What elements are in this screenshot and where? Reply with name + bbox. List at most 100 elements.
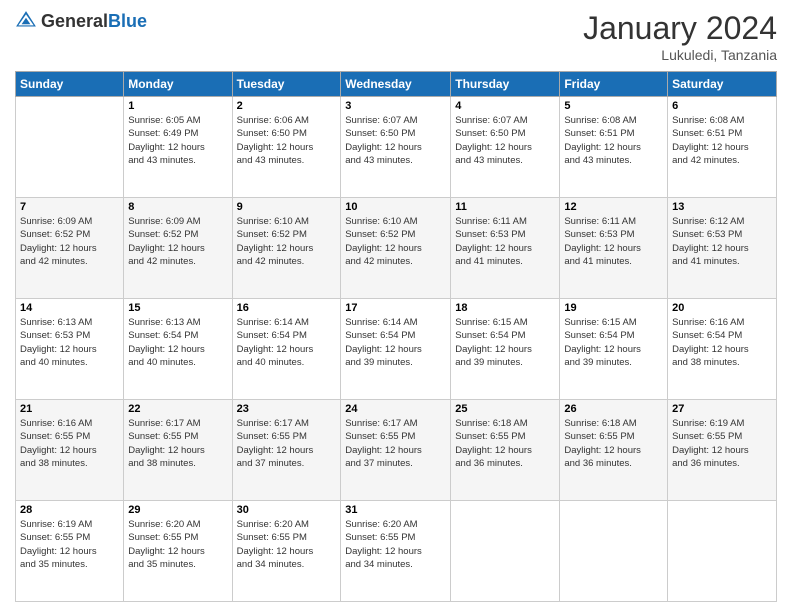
logo: General Blue [15,10,147,32]
day-info: Sunrise: 6:09 AMSunset: 6:52 PMDaylight:… [128,215,227,268]
day-number: 11 [455,201,555,213]
day-cell: 6 Sunrise: 6:08 AMSunset: 6:51 PMDaylight… [668,97,777,198]
day-cell: 17 Sunrise: 6:14 AMSunset: 6:54 PMDayligh… [341,299,451,400]
day-cell [451,501,560,602]
day-number: 14 [20,302,119,314]
day-info: Sunrise: 6:17 AMSunset: 6:55 PMDaylight:… [345,417,446,470]
day-info: Sunrise: 6:19 AMSunset: 6:55 PMDaylight:… [20,518,119,571]
day-number: 9 [237,201,337,213]
week-row-2: 7 Sunrise: 6:09 AMSunset: 6:52 PMDaylight… [16,198,777,299]
day-info: Sunrise: 6:08 AMSunset: 6:51 PMDaylight:… [672,114,772,167]
header-cell-thursday: Thursday [451,72,560,97]
day-info: Sunrise: 6:11 AMSunset: 6:53 PMDaylight:… [455,215,555,268]
day-cell: 29 Sunrise: 6:20 AMSunset: 6:55 PMDayligh… [124,501,232,602]
day-cell: 28 Sunrise: 6:19 AMSunset: 6:55 PMDayligh… [16,501,124,602]
logo-text: General Blue [41,12,147,30]
day-number: 30 [237,504,337,516]
day-info: Sunrise: 6:18 AMSunset: 6:55 PMDaylight:… [455,417,555,470]
day-cell [668,501,777,602]
day-cell: 7 Sunrise: 6:09 AMSunset: 6:52 PMDaylight… [16,198,124,299]
day-info: Sunrise: 6:20 AMSunset: 6:55 PMDaylight:… [345,518,446,571]
day-number: 28 [20,504,119,516]
month-title: January 2024 [583,10,777,47]
day-cell: 4Sunrise: 6:07 AMSunset: 6:50 PMDaylight… [451,97,560,198]
day-info: Sunrise: 6:06 AMSunset: 6:50 PMDaylight:… [237,114,337,167]
day-cell: 25 Sunrise: 6:18 AMSunset: 6:55 PMDayligh… [451,400,560,501]
header-cell-tuesday: Tuesday [232,72,341,97]
day-cell: 3Sunrise: 6:07 AMSunset: 6:50 PMDaylight… [341,97,451,198]
calendar-table: SundayMondayTuesdayWednesdayThursdayFrid… [15,71,777,602]
day-number: 17 [345,302,446,314]
day-number: 29 [128,504,227,516]
day-info: Sunrise: 6:07 AMSunset: 6:50 PMDaylight:… [455,114,555,167]
logo-blue: Blue [108,12,147,30]
day-number: 6 [672,100,772,112]
header-cell-saturday: Saturday [668,72,777,97]
day-number: 8 [128,201,227,213]
day-number: 2 [237,100,337,112]
day-number: 3 [345,100,446,112]
day-cell [560,501,668,602]
header-cell-sunday: Sunday [16,72,124,97]
title-area: January 2024 Lukuledi, Tanzania [583,10,777,63]
day-info: Sunrise: 6:16 AMSunset: 6:55 PMDaylight:… [20,417,119,470]
day-cell: 30 Sunrise: 6:20 AMSunset: 6:55 PMDayligh… [232,501,341,602]
week-row-5: 28 Sunrise: 6:19 AMSunset: 6:55 PMDayligh… [16,501,777,602]
day-info: Sunrise: 6:16 AMSunset: 6:54 PMDaylight:… [672,316,772,369]
day-info: Sunrise: 6:13 AMSunset: 6:54 PMDaylight:… [128,316,227,369]
day-number: 21 [20,403,119,415]
day-number: 25 [455,403,555,415]
header: General Blue January 2024 Lukuledi, Tanz… [15,10,777,63]
day-cell: 19Sunrise: 6:15 AMSunset: 6:54 PMDayligh… [560,299,668,400]
header-cell-monday: Monday [124,72,232,97]
header-cell-friday: Friday [560,72,668,97]
day-cell: 13 Sunrise: 6:12 AMSunset: 6:53 PMDayligh… [668,198,777,299]
day-cell: 23Sunrise: 6:17 AMSunset: 6:55 PMDayligh… [232,400,341,501]
day-number: 5 [564,100,663,112]
day-number: 31 [345,504,446,516]
day-info: Sunrise: 6:10 AMSunset: 6:52 PMDaylight:… [237,215,337,268]
day-number: 16 [237,302,337,314]
day-cell: 14 Sunrise: 6:13 AMSunset: 6:53 PMDayligh… [16,299,124,400]
day-info: Sunrise: 6:19 AMSunset: 6:55 PMDaylight:… [672,417,772,470]
day-info: Sunrise: 6:14 AMSunset: 6:54 PMDaylight:… [345,316,446,369]
day-info: Sunrise: 6:20 AMSunset: 6:55 PMDaylight:… [237,518,337,571]
day-number: 27 [672,403,772,415]
day-cell: 10Sunrise: 6:10 AMSunset: 6:52 PMDayligh… [341,198,451,299]
day-number: 18 [455,302,555,314]
day-info: Sunrise: 6:12 AMSunset: 6:53 PMDaylight:… [672,215,772,268]
day-number: 15 [128,302,227,314]
page: General Blue January 2024 Lukuledi, Tanz… [0,0,792,612]
day-info: Sunrise: 6:11 AMSunset: 6:53 PMDaylight:… [564,215,663,268]
day-cell: 12 Sunrise: 6:11 AMSunset: 6:53 PMDayligh… [560,198,668,299]
day-cell [16,97,124,198]
day-number: 13 [672,201,772,213]
day-cell: 11 Sunrise: 6:11 AMSunset: 6:53 PMDayligh… [451,198,560,299]
day-info: Sunrise: 6:13 AMSunset: 6:53 PMDaylight:… [20,316,119,369]
day-cell: 1 Sunrise: 6:05 AMSunset: 6:49 PMDaylight… [124,97,232,198]
day-cell: 16 Sunrise: 6:14 AMSunset: 6:54 PMDayligh… [232,299,341,400]
day-cell: 26Sunrise: 6:18 AMSunset: 6:55 PMDayligh… [560,400,668,501]
day-info: Sunrise: 6:20 AMSunset: 6:55 PMDaylight:… [128,518,227,571]
day-info: Sunrise: 6:17 AMSunset: 6:55 PMDaylight:… [128,417,227,470]
day-info: Sunrise: 6:15 AMSunset: 6:54 PMDaylight:… [455,316,555,369]
day-info: Sunrise: 6:09 AMSunset: 6:52 PMDaylight:… [20,215,119,268]
day-cell: 22 Sunrise: 6:17 AMSunset: 6:55 PMDayligh… [124,400,232,501]
day-cell: 2 Sunrise: 6:06 AMSunset: 6:50 PMDaylight… [232,97,341,198]
day-info: Sunrise: 6:10 AMSunset: 6:52 PMDaylight:… [345,215,446,268]
day-info: Sunrise: 6:05 AMSunset: 6:49 PMDaylight:… [128,114,227,167]
day-number: 24 [345,403,446,415]
day-number: 7 [20,201,119,213]
logo-icon [15,10,37,32]
day-number: 22 [128,403,227,415]
day-number: 12 [564,201,663,213]
week-row-4: 21 Sunrise: 6:16 AMSunset: 6:55 PMDayligh… [16,400,777,501]
header-cell-wednesday: Wednesday [341,72,451,97]
day-number: 1 [128,100,227,112]
day-info: Sunrise: 6:14 AMSunset: 6:54 PMDaylight:… [237,316,337,369]
day-cell: 20Sunrise: 6:16 AMSunset: 6:54 PMDayligh… [668,299,777,400]
day-number: 19 [564,302,663,314]
day-info: Sunrise: 6:17 AMSunset: 6:55 PMDaylight:… [237,417,337,470]
day-cell: 5Sunrise: 6:08 AMSunset: 6:51 PMDaylight… [560,97,668,198]
header-row: SundayMondayTuesdayWednesdayThursdayFrid… [16,72,777,97]
